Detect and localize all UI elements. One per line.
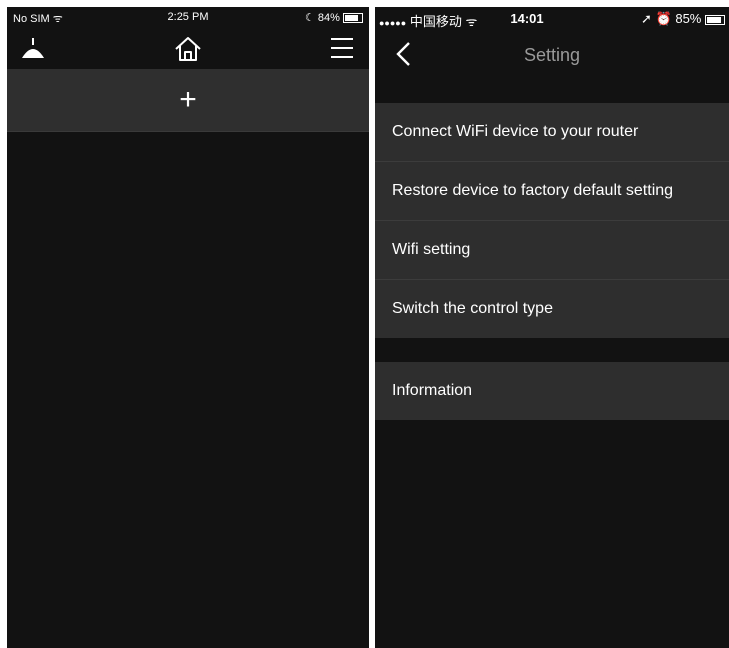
left-screen: No SIM ᯤ 2:25 PM ☾ 84% + [7,7,369,648]
battery-icon [343,13,363,24]
nav-bar: Setting [375,29,729,81]
status-bar: No SIM ᯤ 2:25 PM ☾ 84% [7,7,369,29]
lamp-icon[interactable] [21,38,45,60]
settings-group: Connect WiFi device to your router Restor… [375,103,729,338]
settings-item[interactable]: Connect WiFi device to your router [375,103,729,162]
menu-icon[interactable] [330,37,354,59]
right-screen: ●●●●● 中国移动 ᯤ 14:01 ➚ ⏰ 85% Setting Conne… [375,7,729,648]
home-icon[interactable] [173,35,203,63]
settings-item[interactable]: Wifi setting [375,221,729,280]
settings-item[interactable]: Restore device to factory default settin… [375,162,729,221]
add-device-bar[interactable]: + [7,69,369,132]
info-group: Information [375,362,729,420]
nav-bar [7,29,369,69]
battery-status: ☾ 84% [305,11,363,24]
status-bar: ●●●●● 中国移动 ᯤ 14:01 ➚ ⏰ 85% [375,7,729,29]
settings-item[interactable]: Switch the control type [375,280,729,338]
battery-status: ➚ ⏰ 85% [641,11,725,27]
page-title: Setting [523,45,581,65]
battery-icon [705,14,725,25]
info-item[interactable]: Information [375,362,729,420]
location-icon: ➚ [641,11,652,26]
add-icon[interactable]: + [7,85,369,115]
alarm-icon: ⏰ [655,11,672,26]
moon-icon: ☾ [304,12,315,24]
